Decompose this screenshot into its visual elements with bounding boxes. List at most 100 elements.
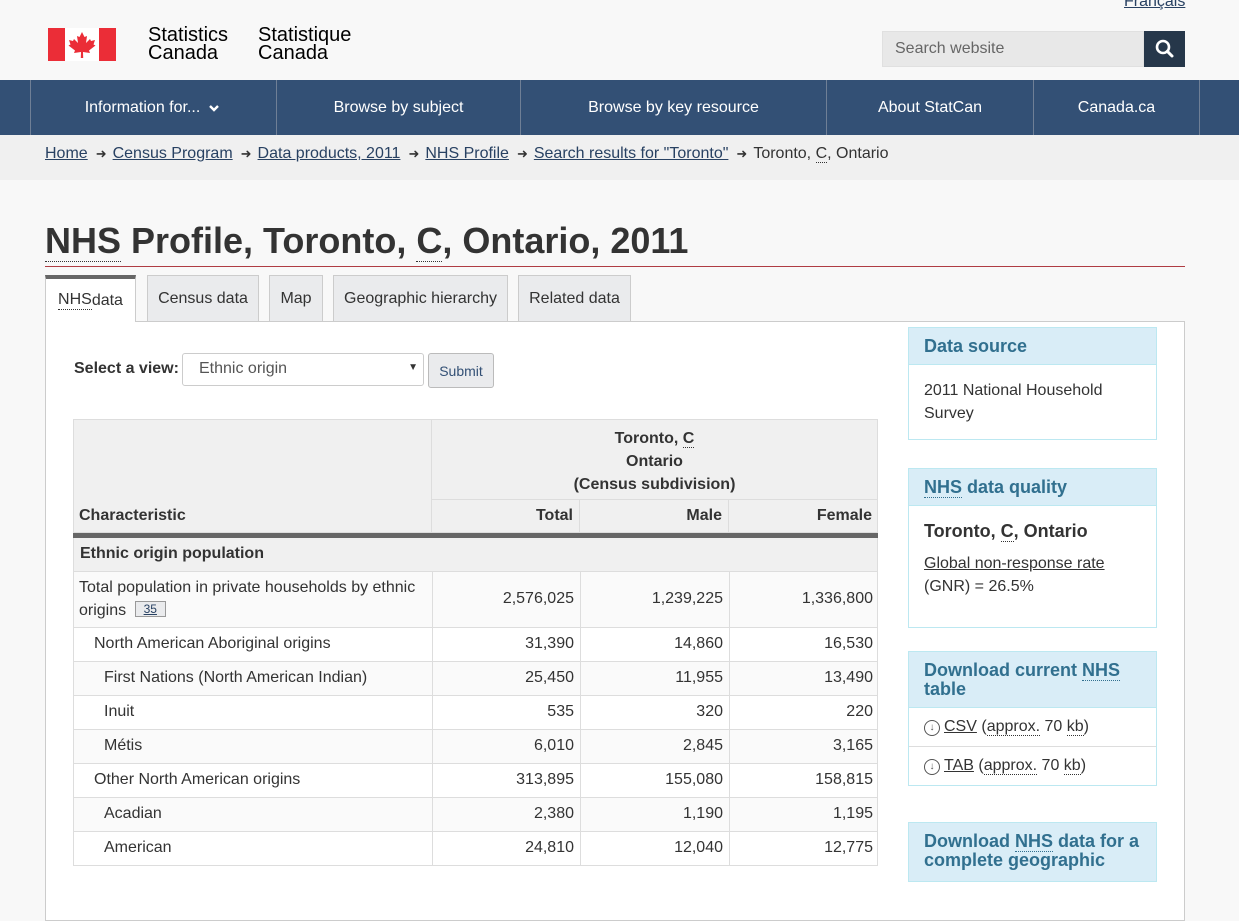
cell-male: 14,860	[674, 635, 723, 652]
submit-button[interactable]: Submit	[428, 353, 494, 388]
tab-label: Geographic hierarchy	[344, 289, 497, 307]
breadcrumb-data-products[interactable]: Data products, 2011	[258, 145, 401, 162]
breadcrumb-census-program[interactable]: Census Program	[113, 145, 233, 162]
nav-label: Browse by subject	[333, 98, 464, 116]
quality-geo: Toronto, C, Ontario	[924, 520, 1141, 543]
gnr-link[interactable]: Global non-response rate	[924, 555, 1105, 572]
gnr-value: (GNR) = 26.5%	[924, 578, 1034, 595]
row-label: North American Aboriginal origins	[94, 635, 331, 652]
title-abbr-c: C	[416, 220, 443, 262]
breadcrumb-nhs-profile[interactable]: NHS Profile	[425, 145, 509, 162]
row-label: Métis	[104, 737, 143, 754]
table-row: North American Aboriginal origins 31,390 1…	[73, 628, 878, 662]
breadcrumb-current-abbr: C	[815, 145, 828, 163]
csv-link[interactable]: CSV	[944, 718, 977, 735]
row-label-line1: Total population in private households b…	[79, 579, 416, 596]
cell-female: 13,490	[824, 669, 873, 686]
nav-label: About StatCan	[877, 98, 983, 116]
tab-map[interactable]: Map	[269, 275, 323, 321]
tab-label-rest: data	[91, 291, 123, 309]
cell-female: 3,165	[832, 737, 873, 754]
file-size: 70	[1037, 757, 1064, 774]
select-view-value: Ethnic origin	[199, 360, 288, 377]
file-size: 70	[1040, 718, 1067, 735]
tab-label-abbr: NHS	[58, 291, 92, 310]
footnote-link[interactable]: 35	[134, 601, 166, 617]
chevron-down-icon	[209, 104, 220, 112]
download2-title-part1: Download	[924, 831, 1015, 851]
kb-abbr: kb	[1066, 718, 1084, 736]
download-tab-row: ↓ TAB (approx. 70 kb)	[909, 747, 1156, 785]
cell-male: 1,239,225	[651, 590, 723, 607]
tab-geographic-hierarchy[interactable]: Geographic hierarchy	[333, 275, 508, 321]
col-total: Total	[535, 507, 573, 524]
cell-total: 313,895	[516, 771, 574, 788]
arrow-right-icon: ➜	[95, 146, 107, 161]
canada-flag-icon[interactable]	[48, 28, 116, 61]
arrow-right-icon: ➜	[736, 146, 748, 161]
quality-title-rest: data quality	[962, 477, 1068, 497]
kb-abbr: kb	[1063, 757, 1081, 775]
row-label: Other North American origins	[94, 771, 301, 788]
search-button[interactable]	[1144, 31, 1185, 67]
breadcrumb-current: Toronto, C, Ontario	[753, 145, 889, 163]
cell-male: 11,955	[675, 669, 723, 686]
breadcrumb-current-prefix: Toronto,	[753, 145, 816, 162]
cell-female: 1,336,800	[801, 590, 873, 607]
download2-title-part2: data for a	[1053, 831, 1140, 851]
submit-label: Submit	[439, 362, 483, 379]
tab-nhs-data[interactable]: NHS data	[45, 275, 136, 322]
geo-name: Toronto,	[614, 430, 683, 447]
quality-title-abbr: NHS	[924, 477, 963, 498]
approx-abbr: approx.	[983, 757, 1038, 775]
nav-canada-ca[interactable]: Canada.ca	[1033, 80, 1199, 135]
table-row: First Nations (North American Indian) 25,…	[73, 662, 878, 696]
row-label-line2: origins	[79, 602, 127, 619]
nav-browse-by-subject[interactable]: Browse by subject	[276, 80, 520, 135]
table-row: Total population in private households b…	[73, 572, 878, 628]
col-characteristic: Characteristic	[79, 507, 186, 524]
title-end: , Ontario, 2011	[442, 220, 689, 261]
nav-browse-by-key-resource[interactable]: Browse by key resource	[520, 80, 826, 135]
download-icon: ↓	[924, 720, 940, 736]
row-label: American	[104, 839, 172, 856]
nav-label: Browse by key resource	[588, 98, 759, 116]
title-abbr-nhs: NHS	[45, 220, 122, 262]
search-input[interactable]	[882, 31, 1144, 67]
breadcrumb-search-results[interactable]: Search results for "Toronto"	[534, 145, 729, 162]
cell-total: 24,810	[525, 839, 574, 856]
data-source-title: Data source	[909, 328, 1156, 365]
search-icon	[1155, 39, 1174, 58]
geo-abbr: C	[682, 430, 695, 448]
section-label: Ethnic origin population	[80, 545, 264, 562]
nav-information-for[interactable]: Information for...	[30, 80, 276, 135]
tab-census-data[interactable]: Census data	[147, 275, 259, 321]
row-label: Acadian	[104, 805, 162, 822]
header-divider	[431, 499, 878, 500]
download-icon: ↓	[924, 759, 940, 775]
quality-geo-abbr: C	[1000, 521, 1014, 542]
cell-male: 320	[696, 703, 723, 720]
main-nav: Information for... Browse by subject Bro…	[0, 80, 1239, 135]
cell-female: 12,775	[824, 839, 873, 856]
download2-title-part3: complete geographic	[924, 850, 1106, 870]
nav-about-statcan[interactable]: About StatCan	[826, 80, 1033, 135]
tab-label: Map	[280, 289, 312, 307]
col-female: Female	[816, 507, 872, 524]
download-title-part1: Download current	[924, 660, 1083, 680]
breadcrumb-home[interactable]: Home	[45, 145, 88, 162]
signature-en-line2: Canada	[148, 42, 219, 64]
approx-abbr: approx.	[986, 718, 1041, 736]
geo-header: Toronto, C Ontario (Census subdivision)	[431, 427, 878, 496]
geo-province: Ontario	[626, 453, 683, 470]
tab-link[interactable]: TAB	[944, 757, 974, 774]
cell-female: 158,815	[815, 771, 873, 788]
table-row: Other North American origins 313,895 155,0…	[73, 764, 878, 798]
row-label: Inuit	[104, 703, 135, 720]
data-source-box: Data source 2011 National Household Surv…	[908, 327, 1157, 440]
select-view-dropdown[interactable]: Ethnic origin ▼	[182, 353, 424, 386]
language-toggle-link[interactable]: Français	[1124, 0, 1185, 11]
tab-related-data[interactable]: Related data	[518, 275, 631, 321]
cell-total: 6,010	[533, 737, 574, 754]
download-csv-row: ↓ CSV (approx. 70 kb)	[909, 708, 1156, 747]
